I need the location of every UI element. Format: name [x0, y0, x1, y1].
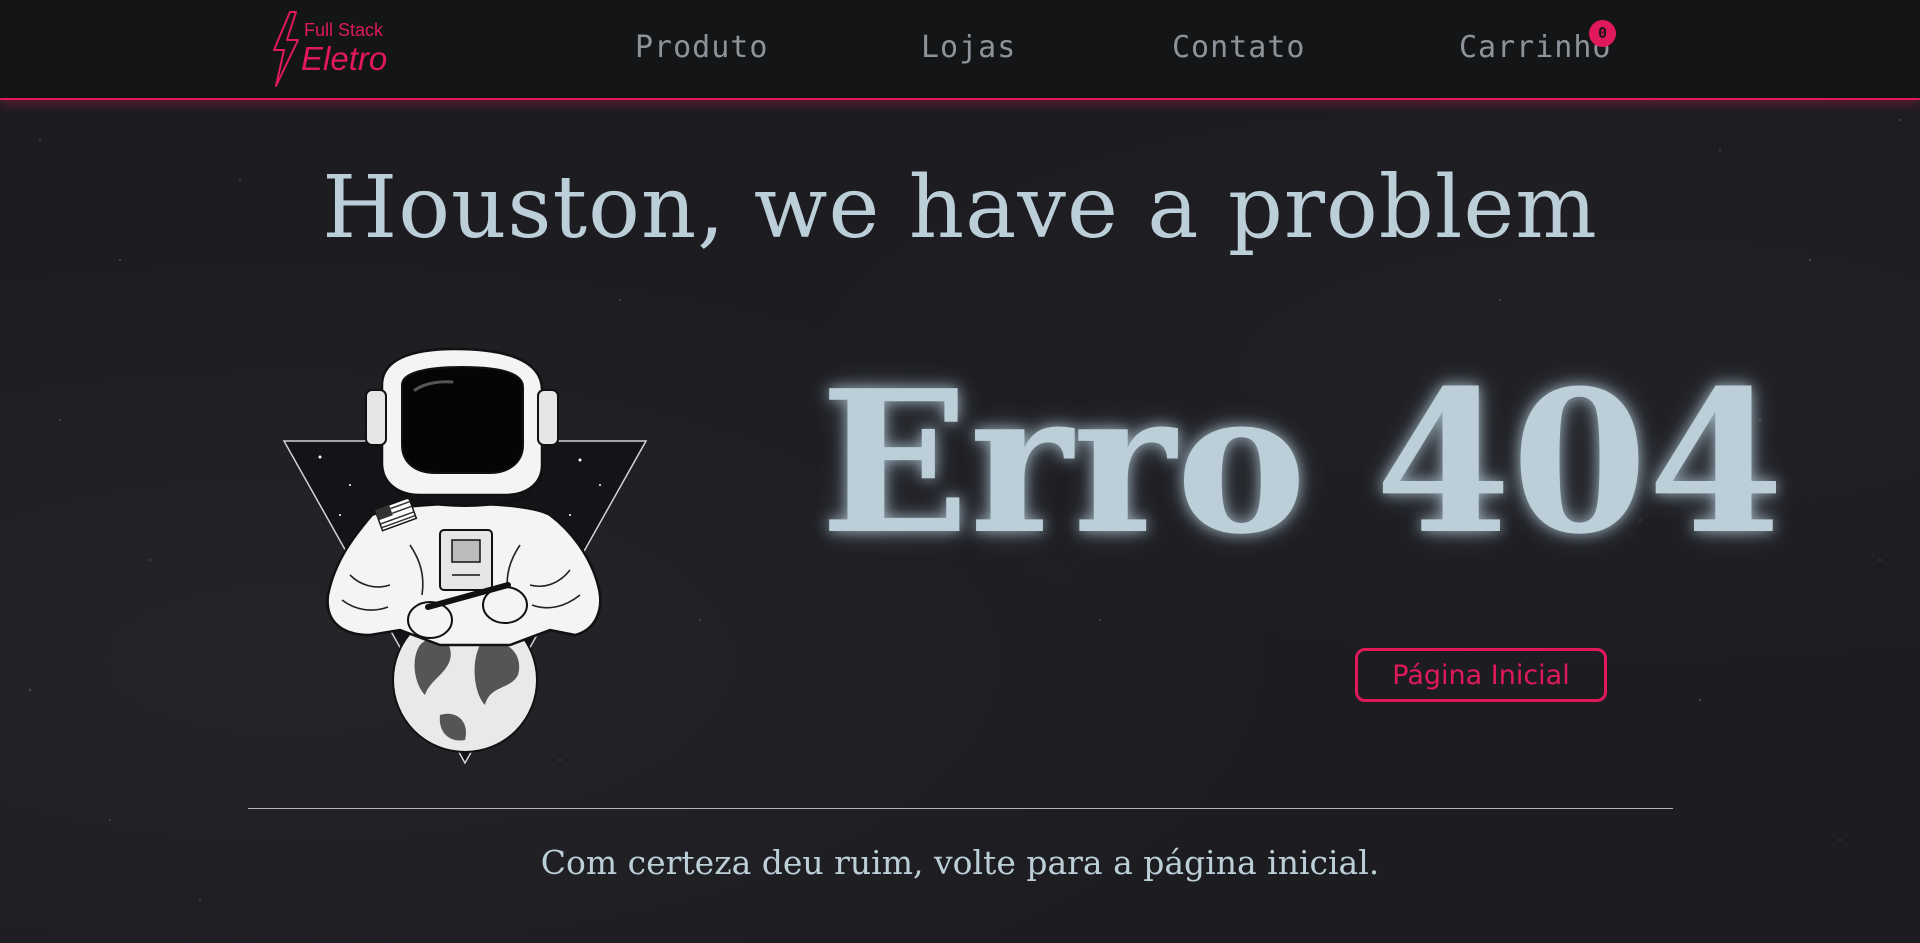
nav-contato[interactable]: Contato: [1172, 30, 1305, 65]
lightning-bolt-icon: [273, 11, 299, 87]
page-headline: Houston, we have a problem: [322, 158, 1598, 258]
brand-line-2: Eletro: [301, 40, 388, 77]
cart-count-badge: 0: [1589, 20, 1616, 47]
astronaut-icon: [282, 347, 648, 765]
nav-produto[interactable]: Produto: [635, 30, 768, 65]
error-message: Com certeza deu ruim, volte para a págin…: [540, 843, 1380, 882]
home-page-button[interactable]: Página Inicial: [1355, 648, 1607, 702]
site-header: Full Stack Eletro Produto Lojas Contato …: [0, 0, 1920, 100]
error-code-heading: Erro 404: [820, 348, 1785, 578]
nav-lojas[interactable]: Lojas: [921, 30, 1016, 65]
brand-logo[interactable]: Full Stack Eletro: [268, 10, 408, 88]
brand-line-1: Full Stack: [304, 20, 384, 40]
section-divider: [248, 808, 1673, 809]
